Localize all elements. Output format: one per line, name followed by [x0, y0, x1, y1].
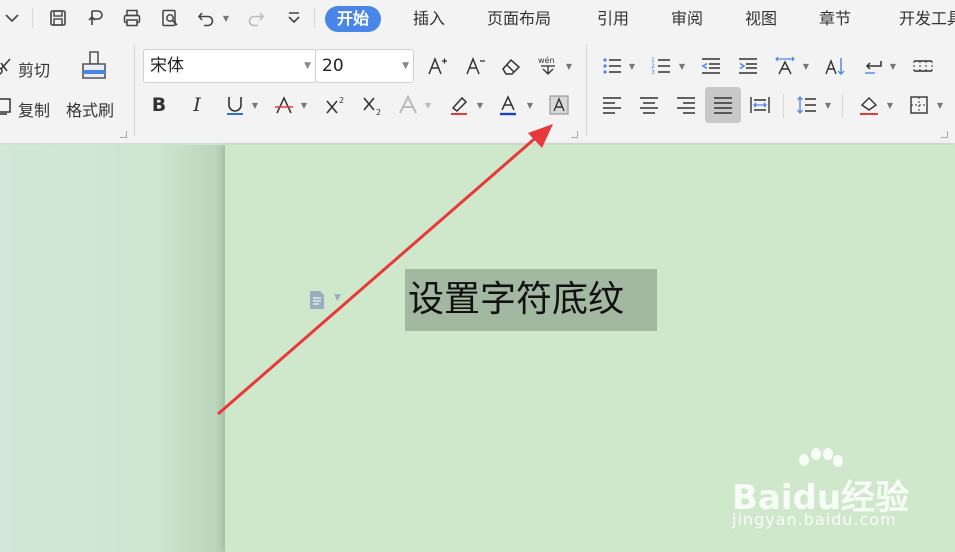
- chevron-down-icon[interactable]: ▼: [304, 50, 311, 82]
- align-justify-icon[interactable]: [705, 87, 741, 123]
- clipboard-group-launcher[interactable]: [120, 131, 127, 138]
- subscript-icon[interactable]: 2: [358, 91, 386, 119]
- chevron-down-icon[interactable]: ▼: [402, 50, 409, 82]
- highlight-pen-icon[interactable]: [445, 91, 473, 119]
- italic-icon[interactable]: I: [183, 91, 211, 119]
- underline-dropdown-icon[interactable]: ▼: [251, 91, 259, 119]
- copy-icon[interactable]: [0, 92, 18, 120]
- pinyin-dropdown-icon[interactable]: ▼: [565, 52, 573, 80]
- line-spacing-icon[interactable]: [793, 91, 821, 119]
- font-color-icon[interactable]: [494, 91, 522, 119]
- pinyin-guide-icon[interactable]: wén: [534, 52, 562, 80]
- tab-references[interactable]: 引用: [597, 6, 629, 32]
- scissors-icon[interactable]: [0, 52, 18, 80]
- decrease-font-size-icon[interactable]: [461, 52, 489, 80]
- divider: [134, 44, 135, 136]
- character-spacing-icon[interactable]: [771, 52, 799, 80]
- undo-dropdown-icon[interactable]: ▼: [222, 4, 230, 32]
- distributed-align-icon[interactable]: [746, 91, 774, 119]
- strikethrough-icon[interactable]: [270, 91, 298, 119]
- divider: [314, 8, 315, 28]
- chevron-down-icon[interactable]: [0, 6, 24, 30]
- paragraph-layout-dropdown-icon[interactable]: ▼: [334, 293, 341, 303]
- line-spacing-dropdown-icon[interactable]: ▼: [824, 91, 832, 119]
- paragraph-layout-icon[interactable]: [306, 289, 328, 311]
- tab-page-layout[interactable]: 页面布局: [487, 6, 551, 32]
- save-icon[interactable]: [46, 6, 70, 30]
- text-effect-dropdown-icon[interactable]: ▼: [424, 91, 432, 119]
- increase-font-size-icon[interactable]: [423, 52, 451, 80]
- bullet-list-dropdown-icon[interactable]: ▼: [628, 52, 636, 80]
- copy-button[interactable]: 复制: [18, 97, 50, 121]
- sort-icon[interactable]: [821, 52, 849, 80]
- numbered-list-dropdown-icon[interactable]: ▼: [678, 52, 686, 80]
- svg-text:wén: wén: [538, 55, 555, 65]
- format-painter-icon[interactable]: [78, 48, 110, 92]
- watermark: Baidu经验 jingyan.baidu.com: [732, 446, 932, 536]
- paragraph-shading-dropdown-icon[interactable]: ▼: [886, 91, 894, 119]
- table-grid-icon[interactable]: [909, 52, 937, 80]
- borders-dropdown-icon[interactable]: ▼: [936, 91, 944, 119]
- align-left-icon[interactable]: [598, 91, 626, 119]
- divider: [586, 44, 587, 136]
- paragraph-shading-icon[interactable]: [855, 91, 883, 119]
- selected-document-text[interactable]: 设置字符底纹: [405, 269, 657, 331]
- font-group-launcher[interactable]: [571, 131, 578, 138]
- bold-icon[interactable]: B: [145, 91, 173, 119]
- cut-button[interactable]: 剪切: [18, 57, 50, 81]
- output-icon[interactable]: [83, 6, 107, 30]
- show-hide-marks-dropdown-icon[interactable]: ▼: [889, 52, 897, 80]
- tab-developer[interactable]: 开发工具: [899, 6, 955, 32]
- print-icon[interactable]: [120, 6, 144, 30]
- show-hide-marks-icon[interactable]: [859, 52, 887, 80]
- font-size-value: 20: [322, 56, 344, 76]
- align-center-icon[interactable]: [635, 91, 663, 119]
- watermark-url: jingyan.baidu.com: [732, 510, 897, 529]
- tab-chapter[interactable]: 章节: [819, 6, 851, 32]
- font-name-value: 宋体: [150, 56, 184, 76]
- ribbon-toolbar: 剪切 复制 格式刷 宋体 ▼ 20 ▼ wén ▼ B I ▼ ▼ 2 2 ▼ …: [0, 36, 955, 144]
- eraser-icon[interactable]: [497, 52, 525, 80]
- format-painter-button[interactable]: 格式刷: [66, 97, 114, 121]
- customize-toolbar-icon[interactable]: [282, 6, 306, 30]
- borders-icon[interactable]: [905, 91, 933, 119]
- font-color-dropdown-icon[interactable]: ▼: [526, 91, 534, 119]
- bullet-list-icon[interactable]: [598, 52, 626, 80]
- increase-indent-icon[interactable]: [734, 52, 762, 80]
- character-spacing-dropdown-icon[interactable]: ▼: [802, 52, 810, 80]
- character-shading-icon[interactable]: [545, 91, 573, 119]
- redo-icon[interactable]: [244, 6, 268, 30]
- font-name-select[interactable]: 宋体 ▼: [143, 49, 316, 83]
- svg-text:3: 3: [651, 69, 655, 76]
- numbered-list-icon[interactable]: 123: [647, 52, 675, 80]
- tab-review[interactable]: 审阅: [671, 6, 703, 32]
- document-margin: [0, 145, 225, 552]
- divider: [783, 94, 784, 118]
- tab-insert[interactable]: 插入: [413, 6, 445, 32]
- svg-text:2: 2: [339, 96, 344, 105]
- text-effect-icon[interactable]: [394, 91, 422, 119]
- print-preview-icon[interactable]: [158, 6, 182, 30]
- svg-text:2: 2: [376, 108, 381, 116]
- divider: [842, 94, 843, 118]
- superscript-icon[interactable]: 2: [321, 91, 349, 119]
- tab-view[interactable]: 视图: [745, 6, 777, 32]
- highlight-dropdown-icon[interactable]: ▼: [476, 91, 484, 119]
- underline-icon[interactable]: [221, 91, 249, 119]
- strikethrough-dropdown-icon[interactable]: ▼: [300, 91, 308, 119]
- align-right-icon[interactable]: [672, 91, 700, 119]
- font-size-select[interactable]: 20 ▼: [315, 49, 414, 83]
- menu-tab-bar: ▼ 开始 插入 页面布局 引用 审阅 视图 章节 开发工具: [0, 0, 955, 36]
- decrease-indent-icon[interactable]: [697, 52, 725, 80]
- tab-home[interactable]: 开始: [325, 6, 382, 32]
- paragraph-group-launcher[interactable]: [941, 131, 948, 138]
- divider: [32, 8, 33, 28]
- undo-icon[interactable]: [194, 6, 218, 30]
